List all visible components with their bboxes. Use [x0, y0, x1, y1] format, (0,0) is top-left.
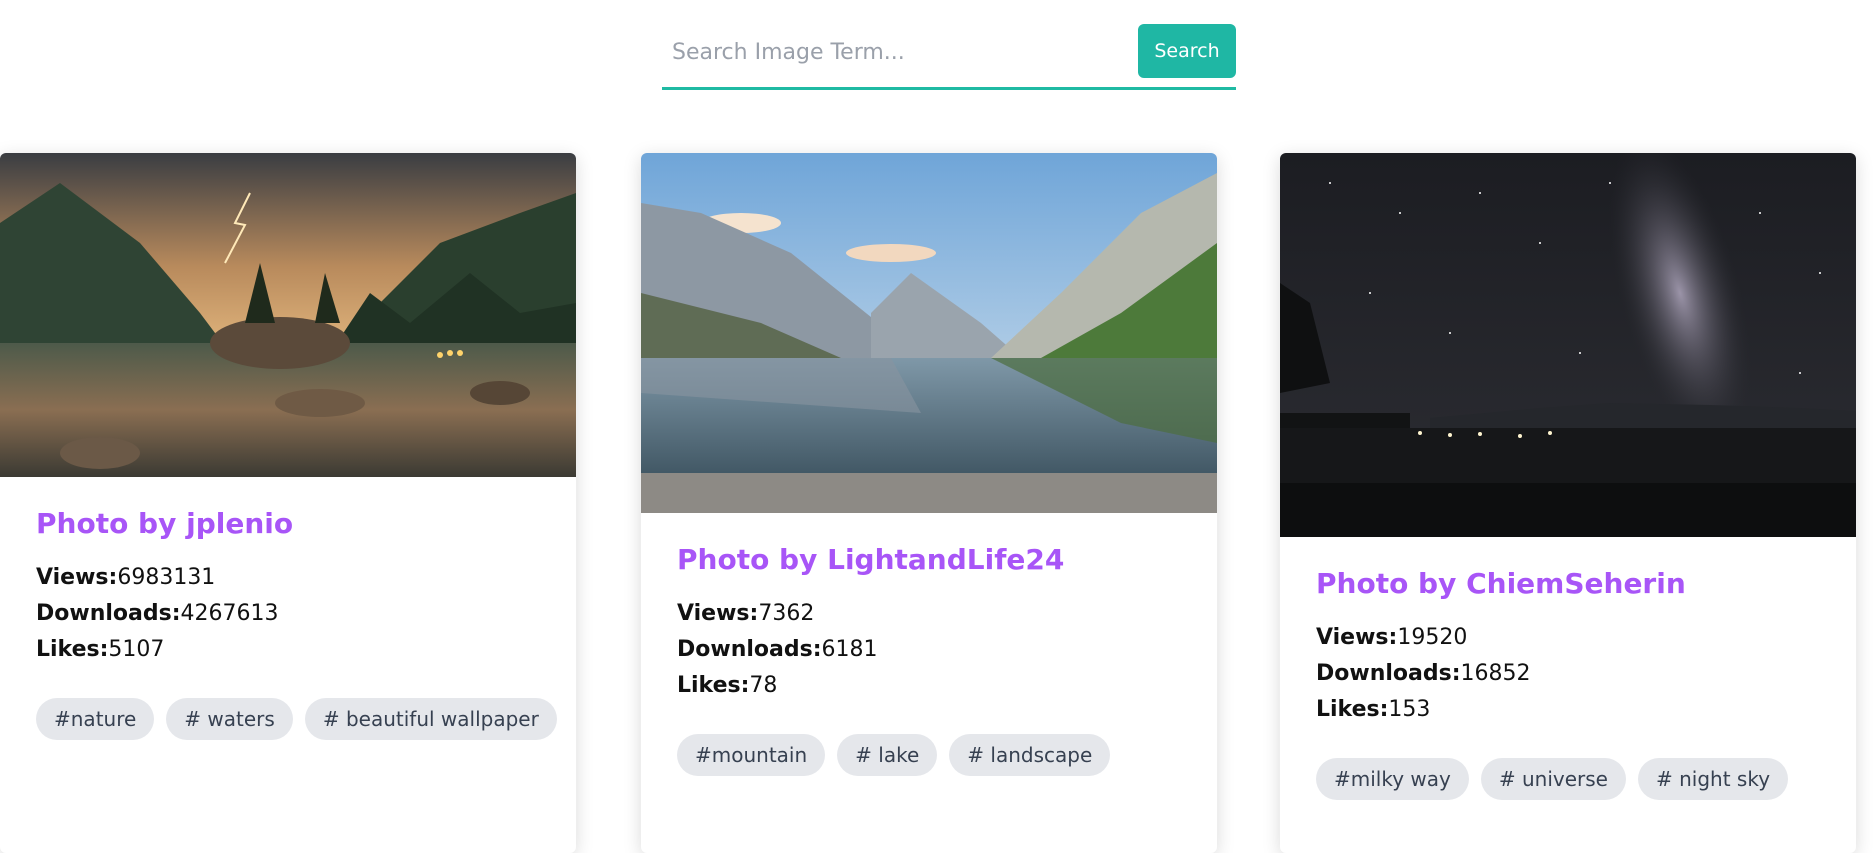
tag: # beautiful wallpaper	[304, 698, 557, 740]
views-stat: Views:7362	[677, 596, 1181, 632]
views-label: Views:	[36, 565, 118, 590]
card-image-night-sky	[1280, 153, 1856, 537]
tag-list: #nature # waters # beautiful wallpaper	[36, 698, 557, 740]
tag: # universe	[1480, 758, 1626, 800]
downloads-label: Downloads:	[36, 601, 181, 626]
views-stat: Views:19520	[1316, 620, 1820, 656]
downloads-value: 4267613	[180, 601, 279, 626]
likes-stat: Likes:5107	[36, 632, 540, 668]
tag: #nature	[36, 698, 155, 740]
tag-list: #milky way # universe # night sky	[1316, 758, 1820, 800]
views-value: 7362	[758, 601, 815, 626]
tag: # night sky	[1638, 758, 1789, 800]
likes-label: Likes:	[36, 637, 109, 662]
views-label: Views:	[1316, 625, 1398, 650]
tag: # lake	[837, 734, 938, 776]
downloads-stat: Downloads:16852	[1316, 656, 1820, 692]
downloads-stat: Downloads:4267613	[36, 596, 540, 632]
image-card: Photo by jplenio Views:6983131 Downloads…	[0, 153, 576, 853]
likes-value: 153	[1388, 697, 1431, 722]
likes-label: Likes:	[677, 673, 750, 698]
downloads-value: 6181	[821, 637, 878, 662]
tag: # waters	[166, 698, 293, 740]
card-title: Photo by ChiemSeherin	[1316, 567, 1686, 600]
search-input[interactable]	[662, 22, 1132, 82]
likes-label: Likes:	[1316, 697, 1389, 722]
downloads-stat: Downloads:6181	[677, 632, 1181, 668]
card-title: Photo by LightandLife24	[677, 543, 1065, 576]
downloads-label: Downloads:	[1316, 661, 1461, 686]
views-value: 19520	[1397, 625, 1468, 650]
search-button[interactable]: Search	[1138, 24, 1236, 78]
card-image-mountain-lake	[641, 153, 1217, 513]
views-stat: Views:6983131	[36, 560, 540, 596]
tag: # landscape	[949, 734, 1111, 776]
likes-stat: Likes:153	[1316, 692, 1820, 728]
tag: #milky way	[1316, 758, 1469, 800]
downloads-value: 16852	[1460, 661, 1531, 686]
tag-list: #mountain # lake # landscape	[677, 734, 1181, 776]
likes-value: 78	[749, 673, 778, 698]
image-card: Photo by ChiemSeherin Views:19520 Downlo…	[1280, 153, 1856, 853]
views-label: Views:	[677, 601, 759, 626]
card-title: Photo by jplenio	[36, 507, 294, 540]
search-bar: Search	[662, 22, 1236, 90]
views-value: 6983131	[117, 565, 216, 590]
likes-stat: Likes:78	[677, 668, 1181, 704]
likes-value: 5107	[108, 637, 165, 662]
card-image-lake-lightning	[0, 153, 576, 477]
downloads-label: Downloads:	[677, 637, 822, 662]
image-card: Photo by LightandLife24 Views:7362 Downl…	[641, 153, 1217, 853]
tag: #mountain	[677, 734, 826, 776]
